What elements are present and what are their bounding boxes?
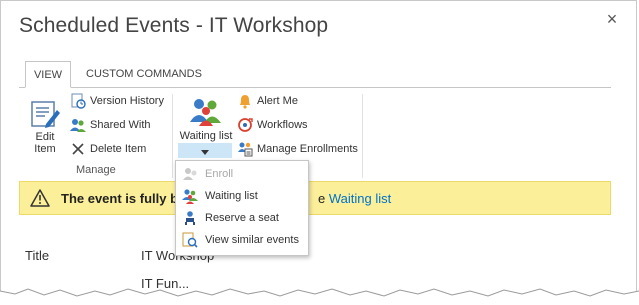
torn-edge [0, 288, 639, 305]
menu-item-view-similar[interactable]: View similar events [182, 230, 299, 250]
tab-view[interactable]: VIEW [25, 61, 71, 88]
alert-me-label: Alert Me [257, 95, 298, 107]
menu-item-reserve-seat[interactable]: Reserve a seat [182, 208, 279, 228]
dialog-title: Scheduled Events - IT Workshop [19, 14, 329, 37]
shared-with-button[interactable]: Shared With [70, 116, 151, 134]
chevron-down-icon [201, 150, 209, 155]
waiting-list-icon [190, 99, 221, 126]
edit-item-icon [31, 101, 60, 128]
edit-item-label-1: Edit [35, 131, 55, 143]
menu-item-waiting-list-label: Waiting list [205, 190, 258, 202]
waiting-list-dropdown-arrow[interactable] [178, 143, 232, 158]
banner-waiting-list-link[interactable]: Waiting list [329, 191, 391, 206]
manage-enrollments-label: Manage Enrollments [257, 143, 358, 155]
edit-item-button[interactable]: Edit Item [27, 98, 63, 155]
workflows-label: Workflows [257, 119, 308, 131]
waiting-list-label: Waiting list [179, 130, 233, 142]
delete-item-button[interactable]: Delete Item [70, 140, 146, 158]
waiting-list-button[interactable]: Waiting list [178, 96, 234, 142]
workflows-button[interactable]: Workflows [237, 116, 308, 134]
menu-item-waiting-list[interactable]: Waiting list [182, 186, 258, 206]
title-field-label: Title [25, 248, 50, 263]
warning-icon [30, 189, 50, 207]
alert-me-button[interactable]: Alert Me [237, 92, 298, 110]
close-icon: × [606, 9, 618, 29]
edit-item-label-2: Item [34, 143, 56, 155]
version-history-button[interactable]: Version History [70, 92, 164, 110]
shared-with-label: Shared With [90, 119, 151, 131]
banner-link-line: e Waiting list [318, 191, 391, 206]
bell-icon [237, 93, 253, 109]
banner-message: The event is fully b [61, 191, 179, 206]
menu-item-reserve-seat-label: Reserve a seat [205, 212, 279, 224]
waiting-list-menu: Enroll Waiting list Reserve a seat View … [175, 160, 309, 256]
menu-item-enroll-label: Enroll [205, 168, 234, 180]
manage-group-label: Manage [76, 164, 116, 176]
delete-item-icon [70, 141, 86, 157]
tab-custom-commands[interactable]: CUSTOM COMMANDS [86, 61, 202, 87]
ribbon: Edit Item Version History Shared With De… [19, 87, 611, 182]
view-similar-icon [182, 232, 198, 248]
manage-enrollments-icon [237, 141, 253, 157]
menu-item-view-similar-label: View similar events [205, 234, 299, 246]
reserve-seat-icon [182, 210, 198, 226]
close-button[interactable]: × [602, 9, 622, 29]
enroll-icon [182, 166, 198, 182]
delete-item-label: Delete Item [90, 143, 147, 155]
shared-with-icon [70, 117, 86, 133]
manage-enrollments-button[interactable]: Manage Enrollments [237, 140, 358, 158]
version-history-icon [70, 93, 86, 109]
workflows-icon [237, 117, 253, 133]
group-separator [362, 94, 363, 178]
group-separator [172, 94, 173, 178]
version-history-label: Version History [90, 95, 164, 107]
banner-link-prefix: e [318, 191, 326, 206]
warning-banner: The event is fully b e Waiting list [19, 181, 611, 215]
menu-item-enroll[interactable]: Enroll [182, 164, 233, 184]
waiting-list-icon [182, 188, 198, 204]
